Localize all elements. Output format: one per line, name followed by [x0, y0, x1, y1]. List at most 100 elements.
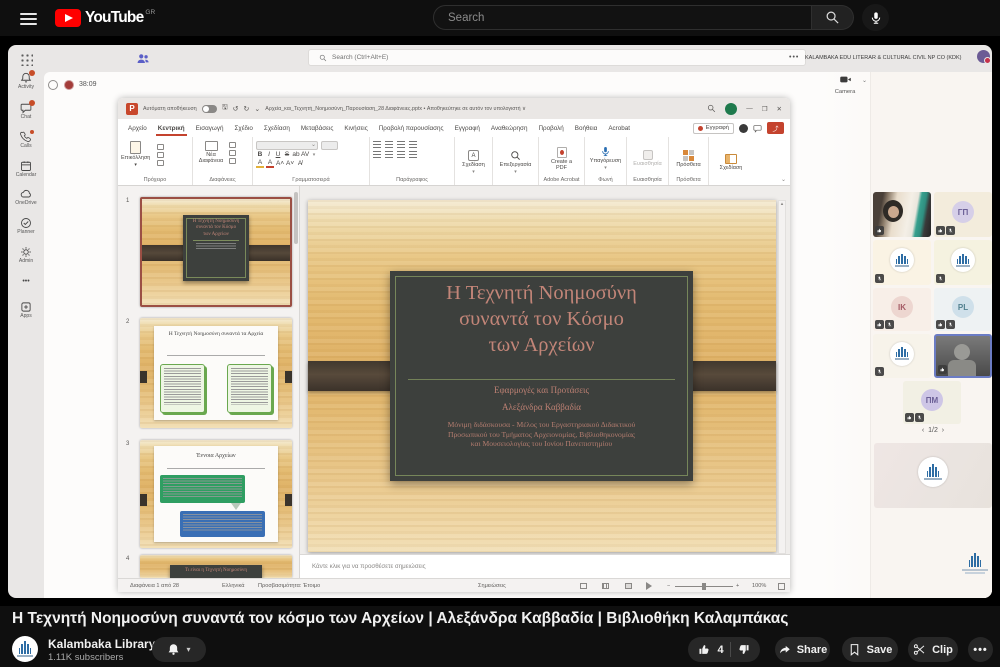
- tab-file[interactable]: Αρχείο: [128, 125, 147, 132]
- sidebar-more-icon[interactable]: •••: [8, 278, 44, 285]
- participant-tile-pl[interactable]: PL: [934, 288, 992, 331]
- slide-thumbnail-4[interactable]: Τι είναι η Τεχνητή Νοημοσύνη: [140, 555, 292, 578]
- clip-button[interactable]: Clip: [908, 637, 958, 662]
- tab-view[interactable]: Προβολή: [538, 125, 563, 132]
- char-up-button[interactable]: A˄: [276, 160, 284, 167]
- voice-search-button[interactable]: [862, 4, 889, 31]
- underline-button[interactable]: U: [274, 151, 282, 158]
- camera-chevron-icon[interactable]: ⌄: [862, 77, 867, 84]
- spacing-button[interactable]: AV: [301, 151, 309, 158]
- cut-icon[interactable]: [157, 144, 164, 150]
- tab-record[interactable]: Εγγραφή: [455, 125, 480, 132]
- participant-video-tile[interactable]: [873, 192, 931, 237]
- bold-button[interactable]: B: [256, 151, 264, 158]
- close-icon[interactable]: ✕: [777, 105, 782, 113]
- highlight-button[interactable]: A: [256, 159, 264, 168]
- char-down-button[interactable]: A˅: [286, 160, 294, 167]
- slide-scrollbar[interactable]: ▴: [778, 200, 786, 554]
- tab-help[interactable]: Βοήθεια: [575, 125, 598, 132]
- save-icon[interactable]: 🖫: [222, 103, 228, 114]
- search-input[interactable]: Search: [433, 5, 812, 30]
- participant-tile-ik[interactable]: IK: [873, 288, 931, 331]
- sidebar-item-chat[interactable]: Chat: [8, 102, 44, 120]
- ppt-search-icon[interactable]: [707, 104, 716, 113]
- user-avatar[interactable]: [977, 50, 990, 63]
- view-reading-icon[interactable]: [625, 583, 632, 589]
- reset-icon[interactable]: [229, 150, 236, 156]
- channel-name[interactable]: Kalambaka Library: [48, 637, 155, 651]
- ppt-user-avatar[interactable]: [725, 103, 737, 115]
- font-size-select[interactable]: [321, 141, 338, 150]
- channel-avatar[interactable]: [12, 636, 38, 662]
- camera-button[interactable]: Camera: [830, 73, 860, 95]
- italic-button[interactable]: I: [265, 151, 273, 158]
- tab-slideshow[interactable]: Προβολή παρουσίασης: [379, 125, 444, 132]
- section-icon[interactable]: [229, 158, 236, 164]
- designer-button[interactable]: Σχεδίαση: [709, 140, 753, 185]
- quick-access-chevron[interactable]: ⌄: [254, 105, 260, 113]
- collapse-ribbon-icon[interactable]: ⌄: [781, 176, 786, 183]
- stop-recording-icon[interactable]: [48, 80, 58, 90]
- format-painter-icon[interactable]: [157, 160, 164, 166]
- slide-canvas[interactable]: Η Τεχνητή Νοημοσύνη συναντά τον Κόσμο τω…: [308, 200, 776, 552]
- more-actions-button[interactable]: •••: [968, 637, 993, 662]
- status-accessibility[interactable]: Προσβασιμότητα: Έτοιμο: [258, 583, 320, 589]
- editing-button[interactable]: Επεξεργασία▾: [493, 140, 538, 185]
- fit-slide-icon[interactable]: [778, 583, 785, 590]
- slide-thumbnail-2[interactable]: Η Τεχνητή Νοημοσύνη συναντά τα Αρχεία: [140, 318, 292, 428]
- tab-home[interactable]: Κεντρική: [158, 125, 185, 132]
- zoom-out-icon[interactable]: −: [667, 583, 670, 589]
- save-button[interactable]: Save: [842, 637, 898, 662]
- zoom-level[interactable]: 100%: [752, 583, 766, 589]
- sidebar-item-apps[interactable]: Apps: [8, 301, 44, 319]
- tab-acrobat[interactable]: Acrobat: [608, 125, 630, 132]
- font-color-button[interactable]: A: [266, 159, 274, 168]
- waffle-menu-icon[interactable]: [20, 53, 33, 66]
- maximize-icon[interactable]: ❐: [762, 105, 768, 113]
- ppt-share-button[interactable]: ⤴: [767, 122, 784, 134]
- sidebar-item-planner[interactable]: Planner: [8, 217, 44, 235]
- comments-icon[interactable]: [753, 124, 762, 133]
- participant-tile-pm[interactable]: ΠΜ: [903, 381, 961, 424]
- participant-tile-logo3[interactable]: [873, 334, 931, 378]
- sidebar-item-calls[interactable]: Calls: [8, 131, 44, 149]
- slide-thumbnail-3[interactable]: Έννοια Αρχείων: [140, 440, 292, 548]
- spacing-icon[interactable]: [409, 141, 417, 148]
- paste-button[interactable]: Επικόλληση▾: [121, 141, 150, 168]
- view-sorter-icon[interactable]: [602, 583, 609, 589]
- drawing-button[interactable]: A Σχεδίαση▾: [455, 140, 492, 185]
- notes-area[interactable]: Κάντε κλικ για να προσθέσετε σημειώσεις: [300, 554, 790, 578]
- sidebar-item-onedrive[interactable]: OneDrive: [8, 188, 44, 206]
- redo-icon[interactable]: ↻: [244, 105, 250, 113]
- zoom-in-icon[interactable]: +: [736, 583, 739, 589]
- sidebar-item-calendar[interactable]: Calendar: [8, 160, 44, 178]
- indent-icon[interactable]: [397, 141, 405, 148]
- sidebar-item-admin[interactable]: Admin: [8, 246, 44, 264]
- shadow-button[interactable]: ab: [292, 151, 300, 158]
- view-slideshow-icon[interactable]: [646, 582, 652, 590]
- participant-video-tile-active[interactable]: [934, 334, 992, 378]
- numbering-icon[interactable]: [385, 141, 393, 148]
- new-slide-button[interactable]: Νέα Διαφάνεια: [196, 141, 226, 164]
- view-normal-icon[interactable]: [580, 583, 587, 589]
- align-right-icon[interactable]: [397, 151, 405, 158]
- tab-review[interactable]: Αναθεώρηση: [491, 125, 528, 132]
- zoom-slider-knob[interactable]: [702, 583, 706, 590]
- align-left-icon[interactable]: [373, 151, 381, 158]
- more-options-icon[interactable]: •••: [789, 54, 799, 61]
- tab-transitions[interactable]: Μεταβάσεις: [301, 125, 333, 132]
- status-language[interactable]: Ελληνικά: [222, 583, 244, 589]
- search-button[interactable]: [812, 5, 854, 30]
- clear-format-button[interactable]: A̸: [296, 160, 304, 167]
- thumbnail-scrollbar[interactable]: [294, 192, 298, 244]
- like-icon[interactable]: [698, 643, 711, 656]
- align-center-icon[interactable]: [385, 151, 393, 158]
- columns-icon[interactable]: [409, 151, 417, 158]
- layout-icon[interactable]: [229, 142, 236, 148]
- video-player[interactable]: Search (Ctrl+Alt+E) ••• KALAMBAKA EDU LI…: [0, 36, 1000, 606]
- menu-icon[interactable]: [20, 13, 37, 25]
- undo-icon[interactable]: ↺: [233, 105, 239, 113]
- tab-insert[interactable]: Εισαγωγή: [196, 125, 224, 132]
- font-name-select[interactable]: [256, 141, 318, 150]
- participant-tile-logo2[interactable]: [934, 240, 992, 285]
